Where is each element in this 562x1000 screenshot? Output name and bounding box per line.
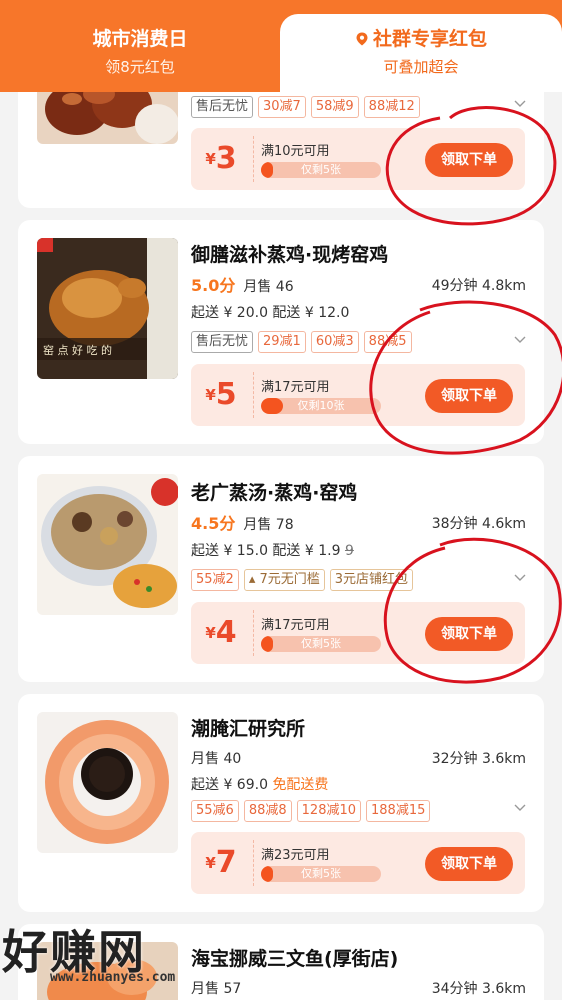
site-watermark: 好赚网 www.zhuanyes.com (0, 908, 200, 1000)
shop-thumbnail-roast-chicken: 窑 点 好 吃 的 (37, 238, 178, 379)
shop-rating: 4.5分 (191, 514, 236, 533)
watermark-url: www.zhuanyes.com (50, 970, 176, 985)
monthly-sales: 月售 78 (243, 517, 294, 533)
chevron-down-icon[interactable] (514, 100, 526, 108)
coupon-remaining: 仅剩5张 (301, 637, 341, 650)
promo-tag: ▴ 7元无门槛 (243, 569, 325, 591)
tab-left-subtitle: 领8元红包 (105, 58, 175, 76)
promo-tags: 55减2 ▴ 7元无门槛 3元店铺红包 (191, 569, 414, 591)
free-delivery: 免配送费 (272, 777, 329, 793)
promo-tags: 售后无忧 30减7 58减9 88减12 (191, 96, 420, 118)
chevron-down-icon[interactable] (514, 336, 526, 344)
monthly-sales: 月售 40 (191, 751, 242, 767)
coupon-card: ¥7 满23元可用 仅剩5张 领取下单 (191, 832, 525, 894)
promo-tag: 30减7 (258, 96, 306, 118)
shop-name[interactable]: 海宝挪威三文鱼(厚街店) (191, 944, 398, 971)
delivery-fees: 起送 ¥ 69.0 (191, 777, 268, 793)
claim-and-order-button[interactable]: 领取下单 (425, 617, 513, 651)
delivery-time-distance: 38分钟 4.6km (431, 516, 526, 532)
coupon-amount: 5 (215, 377, 237, 412)
shop-card[interactable]: 老广蒸汤·蒸鸡·窑鸡 4.5分 月售 78 38分钟 4.6km 起送 ¥ 15.… (18, 456, 544, 682)
top-tab-bar: 城市消费日 领8元红包 社群专享红包 可叠加超会 (0, 0, 562, 92)
coupon-card: ¥5 满17元可用 仅剩10张 领取下单 (191, 364, 525, 426)
coupon-condition: 满17元可用 (261, 618, 330, 633)
delivery-time-distance: 32分钟 3.6km (431, 751, 526, 767)
promo-tag: 58减9 (310, 96, 359, 118)
coupon-stock-bar: 仅剩5张 (261, 636, 381, 652)
tab-right-title: 社群专享红包 (372, 28, 487, 50)
promo-tag: 60减3 (310, 331, 359, 353)
promo-tag: 88减5 (363, 331, 412, 353)
tab-right-subtitle: 可叠加超会 (383, 58, 459, 76)
claim-and-order-button[interactable]: 领取下单 (425, 379, 513, 413)
tab-city-consumption-day[interactable]: 城市消费日 领8元红包 (0, 0, 280, 92)
shop-rating: 5.0分 (191, 276, 236, 295)
promo-tag: 55减6 (191, 800, 239, 822)
promo-tag: 售后无忧 (191, 331, 254, 353)
currency-symbol: ¥ (205, 150, 216, 168)
promo-tag: 3元店铺红包 (329, 569, 414, 591)
promo-tag: 55减2 (191, 569, 239, 591)
flame-icon: ▴ (248, 572, 256, 587)
shop-thumbnail-shrimp-platter (37, 712, 178, 853)
monthly-sales: 月售 46 (243, 279, 294, 295)
delivery-time-distance: 49分钟 4.8km (431, 278, 526, 294)
shop-card[interactable]: 窑 点 好 吃 的 御膳滋补蒸鸡·现烤窑鸡 5.0分 月售 46 49分钟 4.8… (18, 220, 544, 444)
coupon-condition: 满10元可用 (261, 144, 330, 159)
shop-name[interactable]: 潮腌汇研究所 (191, 714, 305, 741)
coupon-condition: 满17元可用 (261, 380, 330, 395)
coupon-condition: 满23元可用 (261, 848, 330, 863)
coupon-remaining: 仅剩5张 (301, 163, 341, 176)
currency-symbol: ¥ (205, 854, 216, 872)
promo-tag: 88减12 (363, 96, 420, 118)
shop-name[interactable]: 老广蒸汤·蒸鸡·窑鸡 (191, 478, 357, 505)
coupon-amount: 7 (215, 845, 237, 880)
coupon-divider (253, 372, 254, 418)
coupon-divider (253, 136, 254, 182)
coupon-remaining: 仅剩5张 (301, 867, 341, 880)
shop-name[interactable]: 御膳滋补蒸鸡·现烤窑鸡 (191, 240, 388, 267)
tab-community-red-packet[interactable]: 社群专享红包 可叠加超会 (280, 14, 562, 92)
delivery-fees: 起送 ¥ 15.0 配送 ¥ 1.9 (191, 543, 341, 559)
coupon-card: ¥3 满10元可用 仅剩5张 领取下单 (191, 128, 525, 190)
delivery-time-distance: 34分钟 3.6km (431, 981, 526, 997)
delivery-fees: 起送 ¥ 20.0 配送 ¥ 12.0 (191, 305, 350, 321)
promo-tag: 29减1 (258, 331, 306, 353)
coupon-divider (253, 840, 254, 886)
coupon-amount: 3 (215, 141, 237, 176)
promo-tag: 128减10 (296, 800, 362, 822)
coupon-stock-bar: 仅剩5张 (261, 866, 381, 882)
chevron-down-icon[interactable] (514, 804, 526, 812)
shop-thumbnail-steamed-soup (37, 474, 178, 615)
coupon-divider (253, 610, 254, 656)
tab-left-title: 城市消费日 (92, 28, 188, 50)
coupon-stock-bar: 仅剩10张 (261, 398, 381, 414)
promo-tags: 55减6 88减8 128减10 188减15 (191, 800, 431, 822)
coupon-amount: 4 (215, 615, 237, 650)
original-delivery-fee: 9 (344, 543, 354, 559)
coupon-card: ¥4 满17元可用 仅剩5张 领取下单 (191, 602, 525, 664)
currency-symbol: ¥ (205, 386, 216, 404)
promo-tag: 售后无忧 (191, 96, 254, 118)
coupon-stock-bar: 仅剩5张 (261, 162, 381, 178)
promo-tags: 售后无忧 29减1 60减3 88减5 (191, 331, 412, 353)
coupon-remaining: 仅剩10张 (297, 399, 345, 412)
promo-tag: 188减15 (366, 800, 431, 822)
claim-and-order-button[interactable]: 领取下单 (425, 847, 513, 881)
claim-and-order-button[interactable]: 领取下单 (425, 143, 513, 177)
promo-tag: 88减8 (243, 800, 292, 822)
shop-card[interactable]: 潮腌汇研究所 月售 40 32分钟 3.6km 起送 ¥ 69.0 免配送费 5… (18, 694, 544, 912)
svg-text:窑 点 好 吃 的: 窑 点 好 吃 的 (43, 343, 112, 357)
chevron-down-icon[interactable] (514, 574, 526, 582)
location-pin-icon (356, 32, 368, 46)
currency-symbol: ¥ (205, 624, 216, 642)
